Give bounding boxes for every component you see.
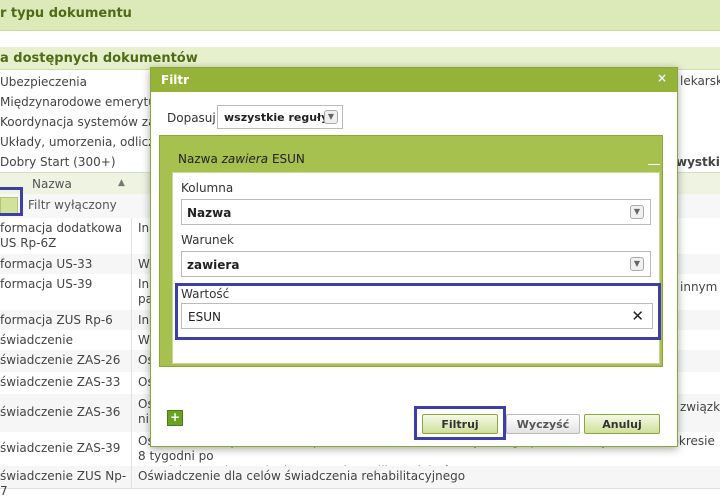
clear-button[interactable]: Wyczyść: [506, 414, 580, 434]
highlight-frame: [0, 187, 23, 216]
dialog-titlebar[interactable]: Filtr ×: [151, 68, 677, 92]
chevron-down-icon[interactable]: ▼: [324, 110, 338, 124]
condition-select-value: zawiera: [187, 258, 240, 272]
row-name: świadczenie ZAS-33: [0, 372, 132, 394]
add-rule-button[interactable]: +: [167, 410, 183, 426]
category-item[interactable]: Dobry Start (300+): [0, 152, 116, 172]
value-label: Wartość: [181, 287, 230, 301]
value-input[interactable]: ESUN ✕: [181, 303, 653, 329]
rule-editor: Kolumna Nazwa ▼ Warunek zawiera ▼ Wartoś…: [172, 172, 661, 364]
row-name: świadczenie ZAS-36: [0, 394, 132, 432]
rule-summary-operator: zawiera: [221, 152, 269, 166]
match-label: Dopasuj: [167, 111, 216, 125]
condition-label: Warunek: [181, 233, 234, 247]
column-select-value: Nazwa: [187, 206, 232, 220]
filter-button[interactable]: Filtruj: [422, 414, 498, 434]
match-select[interactable]: wszystkie reguły ▼: [217, 105, 343, 129]
category-item[interactable]: Ubezpieczenia: [0, 72, 87, 92]
value-input-text: ESUN: [188, 310, 221, 324]
row-description: In: [138, 221, 150, 235]
row-name: formacja US-33: [0, 254, 132, 274]
rule-summary: Nazwa zawiera ESUN: [178, 152, 305, 166]
row-description: Oświadczenie dla celów świadczenia rehab…: [138, 469, 466, 483]
row-name: świadczenie ZAS-39: [0, 432, 132, 466]
category-item[interactable]: Koordynacja systemów zabe: [0, 112, 170, 132]
row-name: świadczenie ZAS-26: [0, 350, 132, 372]
rule-panel: Nazwa zawiera ESUN Kolumna Nazwa ▼ Warun…: [159, 135, 663, 367]
filter-status: Filtr wyłączony: [28, 198, 117, 212]
row-description: In: [138, 313, 150, 327]
condition-select[interactable]: zawiera ▼: [181, 251, 651, 277]
row-name: formacja dodatkowa US Rp-6Z: [0, 218, 132, 254]
row-name: formacja US-39: [0, 274, 132, 310]
row-name: świadczenie ZUS Np-7: [0, 466, 132, 498]
row-name: świadczenie USA/PL11: [0, 330, 132, 362]
table-row[interactable]: świadczenie ZUS Np-7 Oświadczenie dla ce…: [0, 466, 720, 498]
row-description: W: [138, 333, 150, 347]
column-select[interactable]: Nazwa ▼: [181, 199, 651, 225]
category-item[interactable]: Układy, umorzenia, odliczen: [0, 132, 170, 152]
background-text: lekarski: [680, 74, 720, 88]
page-title: r typu dokumentu: [0, 6, 132, 21]
column-name-label[interactable]: Nazwa: [32, 177, 72, 191]
cancel-button[interactable]: Anuluj: [584, 414, 660, 434]
chevron-down-icon[interactable]: ▼: [630, 257, 644, 271]
page-header: r typu dokumentu: [0, 0, 720, 31]
sort-up-icon[interactable]: ▲: [118, 178, 125, 188]
rule-summary-column: Nazwa: [178, 152, 218, 166]
section-title: a dostępnych dokumentów: [0, 51, 198, 66]
row-description: W: [138, 257, 150, 271]
close-icon[interactable]: ✕: [631, 307, 644, 325]
background-text: związku: [680, 400, 720, 414]
category-item[interactable]: Międzynarodowe emerytury,: [0, 92, 172, 112]
match-value: wszystkie reguły: [224, 111, 329, 124]
filter-dialog: Filtr × Dopasuj wszystkie reguły ▼ Nazwa…: [150, 67, 678, 447]
background-text: wystkie: [676, 155, 720, 169]
dialog-title: Filtr: [161, 73, 190, 87]
collapse-handle[interactable]: [648, 164, 660, 165]
rule-summary-value: ESUN: [271, 152, 305, 166]
chevron-down-icon[interactable]: ▼: [630, 205, 644, 219]
spacer: [0, 31, 720, 47]
close-icon[interactable]: ×: [657, 71, 667, 85]
background-text: innym: [680, 280, 718, 294]
row-name: formacja ZUS Rp-6: [0, 310, 132, 330]
column-label: Kolumna: [181, 181, 234, 195]
